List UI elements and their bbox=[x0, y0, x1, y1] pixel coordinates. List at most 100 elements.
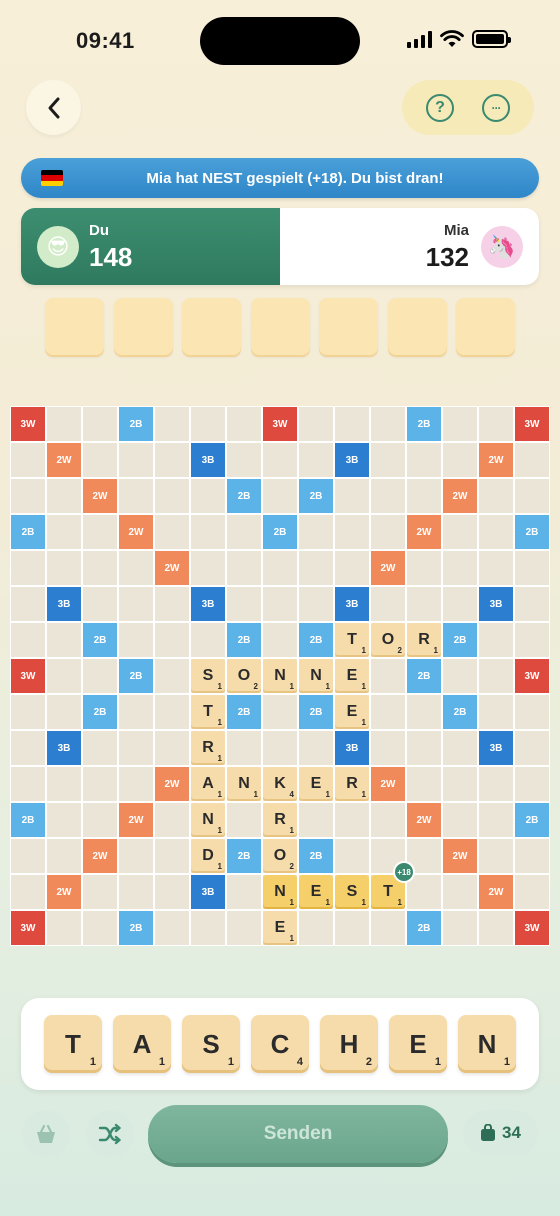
more-options-icon[interactable]: ··· bbox=[482, 93, 510, 122]
board-cell[interactable]: R1 bbox=[263, 803, 297, 837]
board-cell[interactable]: 2W bbox=[47, 875, 81, 909]
board-cell[interactable] bbox=[47, 407, 81, 441]
board-cell[interactable]: 3B bbox=[191, 443, 225, 477]
rack-tile[interactable]: E1 bbox=[389, 1015, 447, 1073]
board-cell[interactable] bbox=[479, 911, 513, 945]
board-cell[interactable] bbox=[155, 479, 189, 513]
board-cell[interactable] bbox=[263, 695, 297, 729]
board-cell[interactable]: 2B bbox=[515, 803, 549, 837]
board-cell[interactable] bbox=[299, 551, 333, 585]
empty-slot[interactable] bbox=[45, 298, 104, 357]
board-cell[interactable] bbox=[11, 443, 45, 477]
board-cell[interactable] bbox=[11, 551, 45, 585]
board-cell[interactable] bbox=[119, 623, 153, 657]
board-cell[interactable]: T1 bbox=[191, 695, 225, 729]
board-cell[interactable] bbox=[335, 911, 369, 945]
board-cell[interactable]: 2B bbox=[119, 911, 153, 945]
board-cell[interactable] bbox=[83, 587, 117, 621]
board-cell[interactable]: 2W bbox=[407, 515, 441, 549]
board-cell[interactable] bbox=[299, 515, 333, 549]
board-cell[interactable]: 2W bbox=[83, 839, 117, 873]
board-cell[interactable] bbox=[47, 479, 81, 513]
board-cell[interactable]: S1 bbox=[335, 875, 369, 909]
board-cell[interactable] bbox=[191, 623, 225, 657]
board-cell[interactable] bbox=[119, 479, 153, 513]
board-cell[interactable] bbox=[263, 731, 297, 765]
board-cell[interactable] bbox=[515, 587, 549, 621]
board-cell[interactable] bbox=[443, 551, 477, 585]
board-cell[interactable] bbox=[227, 911, 261, 945]
board-cell[interactable]: O2 bbox=[263, 839, 297, 873]
board-cell[interactable] bbox=[371, 803, 405, 837]
board-cell[interactable] bbox=[335, 407, 369, 441]
board-cell[interactable]: 3B bbox=[191, 875, 225, 909]
board-cell[interactable] bbox=[11, 479, 45, 513]
empty-slot[interactable] bbox=[319, 298, 378, 357]
board-cell[interactable] bbox=[155, 875, 189, 909]
board-cell[interactable]: 2B bbox=[299, 479, 333, 513]
board-cell[interactable]: 2B bbox=[443, 695, 477, 729]
board-cell[interactable] bbox=[47, 839, 81, 873]
send-button[interactable]: Senden bbox=[148, 1105, 448, 1163]
board-cell[interactable] bbox=[11, 767, 45, 801]
board-cell[interactable]: 3B bbox=[335, 443, 369, 477]
board-cell[interactable] bbox=[191, 407, 225, 441]
board-cell[interactable] bbox=[119, 875, 153, 909]
board-cell[interactable] bbox=[479, 695, 513, 729]
board-cell[interactable]: 2W bbox=[479, 443, 513, 477]
board-cell[interactable] bbox=[83, 911, 117, 945]
board-cell[interactable] bbox=[263, 479, 297, 513]
board-cell[interactable] bbox=[515, 695, 549, 729]
board-cell[interactable]: 3B bbox=[191, 587, 225, 621]
board-cell[interactable]: 2W bbox=[155, 551, 189, 585]
board-cell[interactable] bbox=[443, 731, 477, 765]
empty-slot[interactable] bbox=[113, 298, 173, 357]
board-cell[interactable] bbox=[407, 587, 441, 621]
board-cell[interactable] bbox=[227, 515, 261, 549]
board-cell[interactable] bbox=[227, 587, 261, 621]
board-cell[interactable]: 2B bbox=[443, 623, 477, 657]
board-cell[interactable] bbox=[371, 407, 405, 441]
board-cell[interactable] bbox=[443, 587, 477, 621]
board-cell[interactable]: E1 bbox=[335, 695, 369, 729]
board-cell[interactable] bbox=[191, 515, 225, 549]
board-cell[interactable]: 2B bbox=[407, 659, 441, 693]
rack-tile[interactable]: S1 bbox=[182, 1015, 240, 1073]
board-cell[interactable]: 3W bbox=[515, 659, 549, 693]
board-cell[interactable] bbox=[227, 407, 261, 441]
board-cell[interactable] bbox=[407, 731, 441, 765]
board-cell[interactable]: R1 bbox=[335, 767, 369, 801]
board-cell[interactable]: 3W bbox=[263, 407, 297, 441]
board-cell[interactable]: 3B bbox=[335, 587, 369, 621]
board-cell[interactable] bbox=[515, 623, 549, 657]
board-cell[interactable] bbox=[83, 875, 117, 909]
board-cell[interactable]: 3B bbox=[47, 587, 81, 621]
board-cell[interactable]: 2B bbox=[83, 623, 117, 657]
board-cell[interactable] bbox=[155, 911, 189, 945]
board-cell[interactable] bbox=[11, 695, 45, 729]
board-cell[interactable] bbox=[479, 515, 513, 549]
board-cell[interactable] bbox=[47, 803, 81, 837]
board-cell[interactable] bbox=[479, 767, 513, 801]
board-cell[interactable] bbox=[515, 839, 549, 873]
board-cell[interactable] bbox=[407, 551, 441, 585]
board-cell[interactable] bbox=[515, 731, 549, 765]
rack-tile[interactable]: N1 bbox=[458, 1015, 516, 1073]
board-cell[interactable] bbox=[299, 803, 333, 837]
board-cell[interactable]: E1 bbox=[299, 875, 333, 909]
board-cell[interactable] bbox=[443, 407, 477, 441]
board-cell[interactable] bbox=[443, 659, 477, 693]
board-cell[interactable] bbox=[407, 695, 441, 729]
board-cell[interactable] bbox=[299, 911, 333, 945]
board-cell[interactable] bbox=[263, 443, 297, 477]
board-cell[interactable] bbox=[443, 911, 477, 945]
board-cell[interactable] bbox=[263, 551, 297, 585]
board-cell[interactable]: 2W bbox=[83, 479, 117, 513]
board-cell[interactable] bbox=[479, 839, 513, 873]
board-cell[interactable]: N1 bbox=[191, 803, 225, 837]
board-cell[interactable] bbox=[155, 443, 189, 477]
board-cell[interactable] bbox=[155, 659, 189, 693]
back-button[interactable] bbox=[26, 80, 81, 135]
board-cell[interactable]: 2B bbox=[11, 803, 45, 837]
board-cell[interactable] bbox=[155, 623, 189, 657]
